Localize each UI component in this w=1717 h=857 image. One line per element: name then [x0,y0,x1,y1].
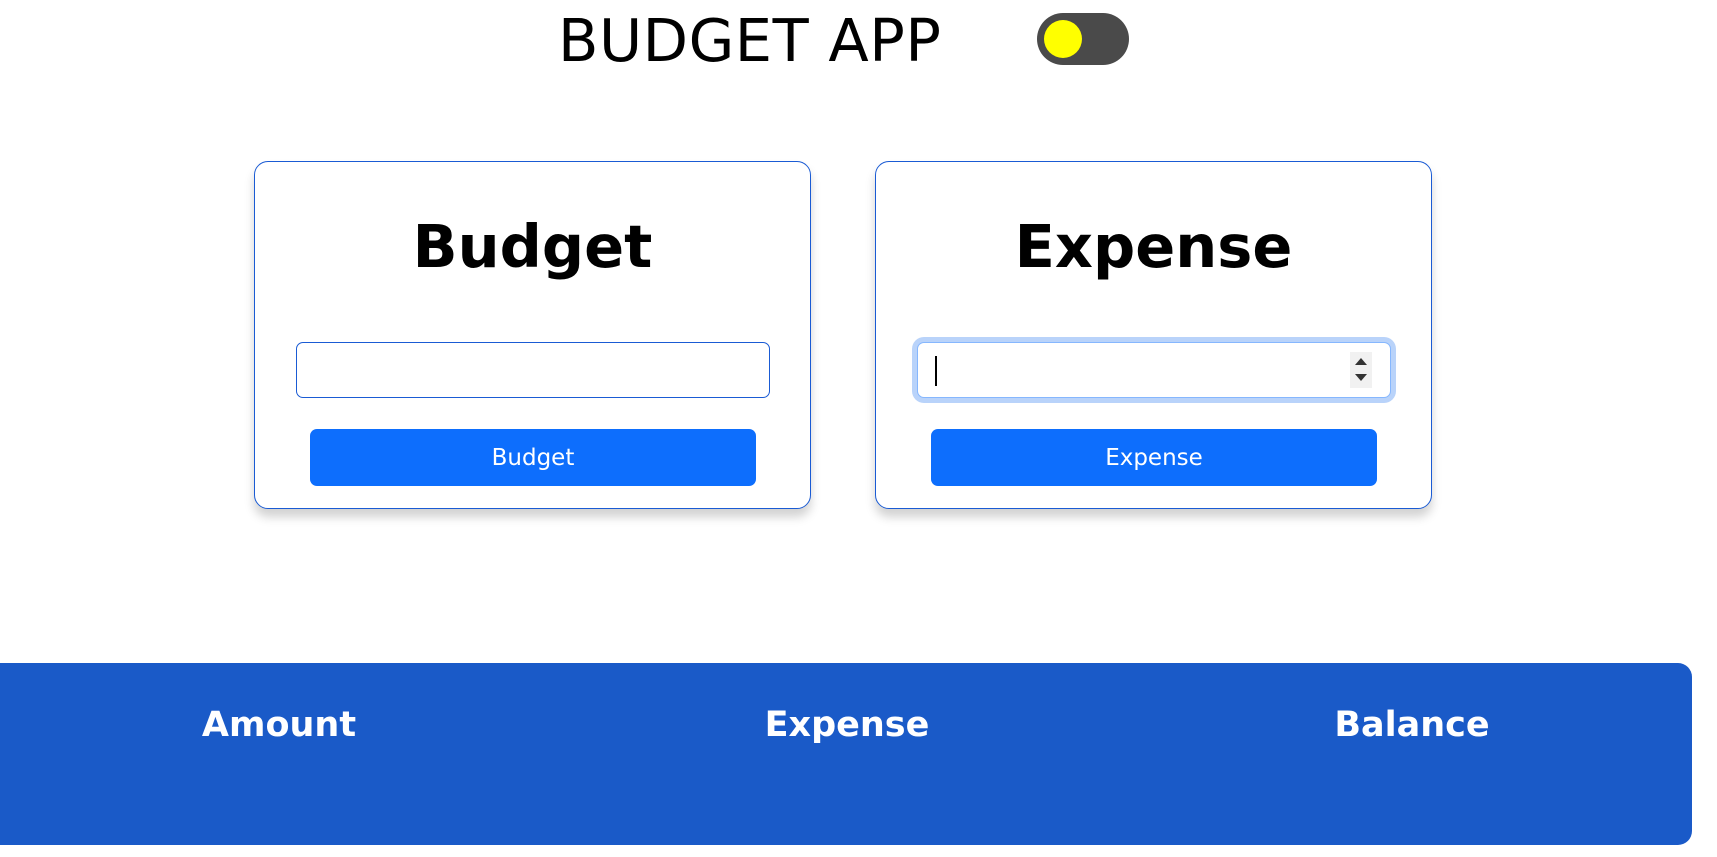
budget-input[interactable] [296,342,770,398]
budget-button[interactable]: Budget [310,429,756,486]
expense-card-title: Expense [1014,212,1293,281]
toggle-knob [1044,20,1082,58]
spin-up-icon[interactable] [1355,358,1367,365]
summary-amount-label: Amount [201,705,357,745]
spin-down-icon[interactable] [1355,374,1367,381]
number-spinner[interactable] [1350,352,1372,388]
summary-expense-label: Expense [764,705,930,745]
budget-card: Budget Budget [254,161,811,509]
expense-button[interactable]: Expense [931,429,1377,486]
summary-bar: Amount Expense Balance [0,663,1692,845]
app-title: BUDGET APP [558,6,942,75]
budget-card-title: Budget [412,212,653,281]
expense-input[interactable] [917,342,1391,398]
theme-toggle[interactable] [1037,13,1129,65]
app-header: BUDGET APP [0,0,1717,90]
text-caret [935,356,937,386]
summary-balance-label: Balance [1334,705,1490,745]
expense-card: Expense Expense [875,161,1432,509]
